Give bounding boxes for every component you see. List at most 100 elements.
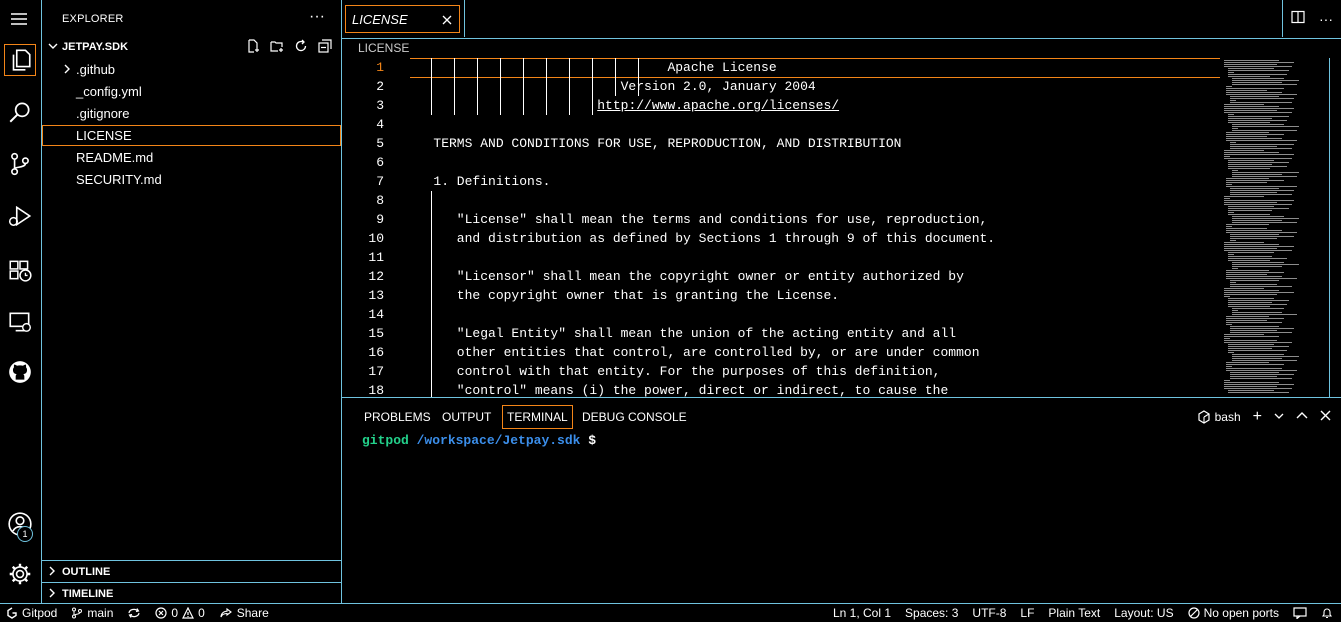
- minimap-line: [1230, 146, 1277, 147]
- tree-item-label: README.md: [76, 150, 154, 165]
- new-folder-icon[interactable]: [269, 38, 285, 54]
- tab-terminal[interactable]: TERMINAL: [502, 405, 573, 429]
- refresh-icon[interactable]: [293, 38, 309, 54]
- branch-icon: [72, 607, 83, 619]
- minimap-line: [1228, 344, 1274, 345]
- tree-item-label: _config.yml: [76, 84, 142, 99]
- tree-item-github-folder[interactable]: .github: [42, 59, 341, 80]
- timeline-section[interactable]: TIMELINE: [42, 582, 341, 604]
- minimap-line: [1228, 214, 1270, 215]
- tree-item-config[interactable]: _config.yml: [42, 81, 341, 102]
- tree-item-readme[interactable]: README.md: [42, 147, 341, 168]
- maximize-panel-icon[interactable]: [1296, 410, 1308, 425]
- close-icon[interactable]: [441, 10, 453, 30]
- code-line-text: Version 2.0, January 2004: [410, 79, 816, 94]
- workspace-folder[interactable]: JETPAY.SDK: [42, 38, 341, 58]
- minimap-line: [1232, 354, 1284, 355]
- minimap-line: [1228, 298, 1274, 299]
- minimap-line: [1228, 252, 1274, 253]
- new-file-icon[interactable]: [245, 38, 261, 54]
- language-mode[interactable]: Plain Text: [1048, 606, 1100, 620]
- minimap-line: [1224, 158, 1292, 159]
- share-button[interactable]: Share: [219, 606, 269, 620]
- minimap-line: [1226, 224, 1269, 225]
- minimap-line: [1224, 152, 1279, 153]
- minimap[interactable]: [1220, 58, 1330, 397]
- tab-output[interactable]: OUTPUT: [440, 408, 493, 426]
- problems-indicator[interactable]: 0 0: [155, 606, 205, 620]
- run-debug-icon[interactable]: [4, 200, 36, 232]
- source-control-icon[interactable]: [4, 148, 36, 180]
- search-icon[interactable]: [4, 96, 36, 128]
- outline-section[interactable]: OUTLINE: [42, 560, 341, 582]
- indentation[interactable]: Spaces: 3: [905, 606, 958, 620]
- editor-area: LICENSE ··· LICENSE 1 2 3 4 5 6 7 8 9 10 11 12 13 14 1…: [342, 0, 1341, 603]
- minimap-line: [1228, 350, 1287, 351]
- code-editor[interactable]: 1 2 3 4 5 6 7 8 9 10 11 12 13 14 15 16 17 18 Apache Licen…: [342, 58, 1341, 397]
- more-actions-icon[interactable]: ···: [1319, 11, 1333, 27]
- ports-indicator[interactable]: No open ports: [1188, 606, 1279, 620]
- minimap-line: [1230, 328, 1294, 329]
- close-panel-icon[interactable]: [1320, 410, 1331, 424]
- minimap-line: [1224, 292, 1294, 293]
- code-line: the copyright owner that is granting the…: [410, 286, 839, 305]
- minimap-line: [1230, 236, 1294, 237]
- cursor-position[interactable]: Ln 1, Col 1: [833, 606, 891, 620]
- split-editor-icon[interactable]: [1291, 10, 1305, 27]
- remote-indicator[interactable]: Gitpod: [6, 606, 57, 620]
- code-line: Apache License: [410, 58, 776, 77]
- minimap-line: [1226, 316, 1269, 317]
- more-actions-icon[interactable]: ···: [309, 8, 325, 26]
- license-url-link[interactable]: http://www.apache.org/licenses/: [597, 98, 839, 113]
- branch-indicator[interactable]: main: [71, 606, 113, 620]
- accounts-icon[interactable]: 1: [4, 508, 36, 542]
- notifications-icon[interactable]: [1321, 607, 1333, 619]
- minimap-line: [1228, 212, 1234, 213]
- minimap-line: [1228, 260, 1270, 261]
- minimap-line: [1232, 78, 1284, 79]
- feedback-icon[interactable]: [1293, 607, 1307, 619]
- github-icon[interactable]: [4, 356, 36, 388]
- end-of-line[interactable]: LF: [1020, 606, 1034, 620]
- minimap-line: [1224, 104, 1264, 105]
- minimap-line: [1232, 222, 1297, 223]
- code-line: "control" means (i) the power, direct or…: [410, 381, 949, 397]
- collapse-all-icon[interactable]: [317, 38, 333, 54]
- minimap-line: [1224, 202, 1277, 203]
- terminal-prompt[interactable]: gitpod /workspace/Jetpay.sdk $: [362, 433, 596, 448]
- tab-problems[interactable]: PROBLEMS: [362, 408, 433, 426]
- line-number: 12: [368, 269, 384, 284]
- minimap-line: [1230, 378, 1292, 379]
- extensions-icon[interactable]: [4, 254, 36, 286]
- remote-explorer-icon[interactable]: [4, 306, 36, 338]
- keyboard-layout[interactable]: Layout: US: [1114, 606, 1173, 620]
- tree-item-security[interactable]: SECURITY.md: [42, 169, 341, 190]
- minimap-line: [1226, 230, 1282, 231]
- line-number: 13: [368, 288, 384, 303]
- minimap-line: [1230, 238, 1277, 239]
- chevron-down-icon[interactable]: [1274, 410, 1284, 424]
- tree-item-gitignore[interactable]: .gitignore: [42, 103, 341, 124]
- settings-gear-icon[interactable]: [4, 558, 36, 590]
- sync-icon[interactable]: [127, 607, 141, 619]
- new-terminal-icon[interactable]: +: [1253, 408, 1262, 426]
- tree-item-license[interactable]: LICENSE: [42, 125, 341, 146]
- code-text: Apache License Version 2.0, January 2004…: [410, 58, 1220, 397]
- indent-guide: [523, 58, 524, 115]
- editor-scrollbar[interactable]: [1329, 58, 1341, 397]
- minimap-line: [1226, 90, 1267, 91]
- tab-debug-console[interactable]: DEBUG CONSOLE: [580, 408, 689, 426]
- breadcrumb[interactable]: LICENSE: [358, 41, 409, 55]
- minimap-line: [1228, 254, 1234, 255]
- tab-license[interactable]: LICENSE: [342, 0, 465, 37]
- minimap-line: [1224, 388, 1292, 389]
- minimap-line: [1226, 184, 1232, 185]
- explorer-icon[interactable]: [4, 44, 36, 76]
- minimap-line: [1226, 322, 1282, 323]
- encoding[interactable]: UTF-8: [972, 606, 1006, 620]
- terminal-shell-selector[interactable]: bash: [1197, 410, 1241, 424]
- minimap-line: [1228, 206, 1274, 207]
- menu-icon[interactable]: [9, 10, 31, 28]
- minimap-line: [1226, 178, 1269, 179]
- minimap-line: [1228, 70, 1289, 71]
